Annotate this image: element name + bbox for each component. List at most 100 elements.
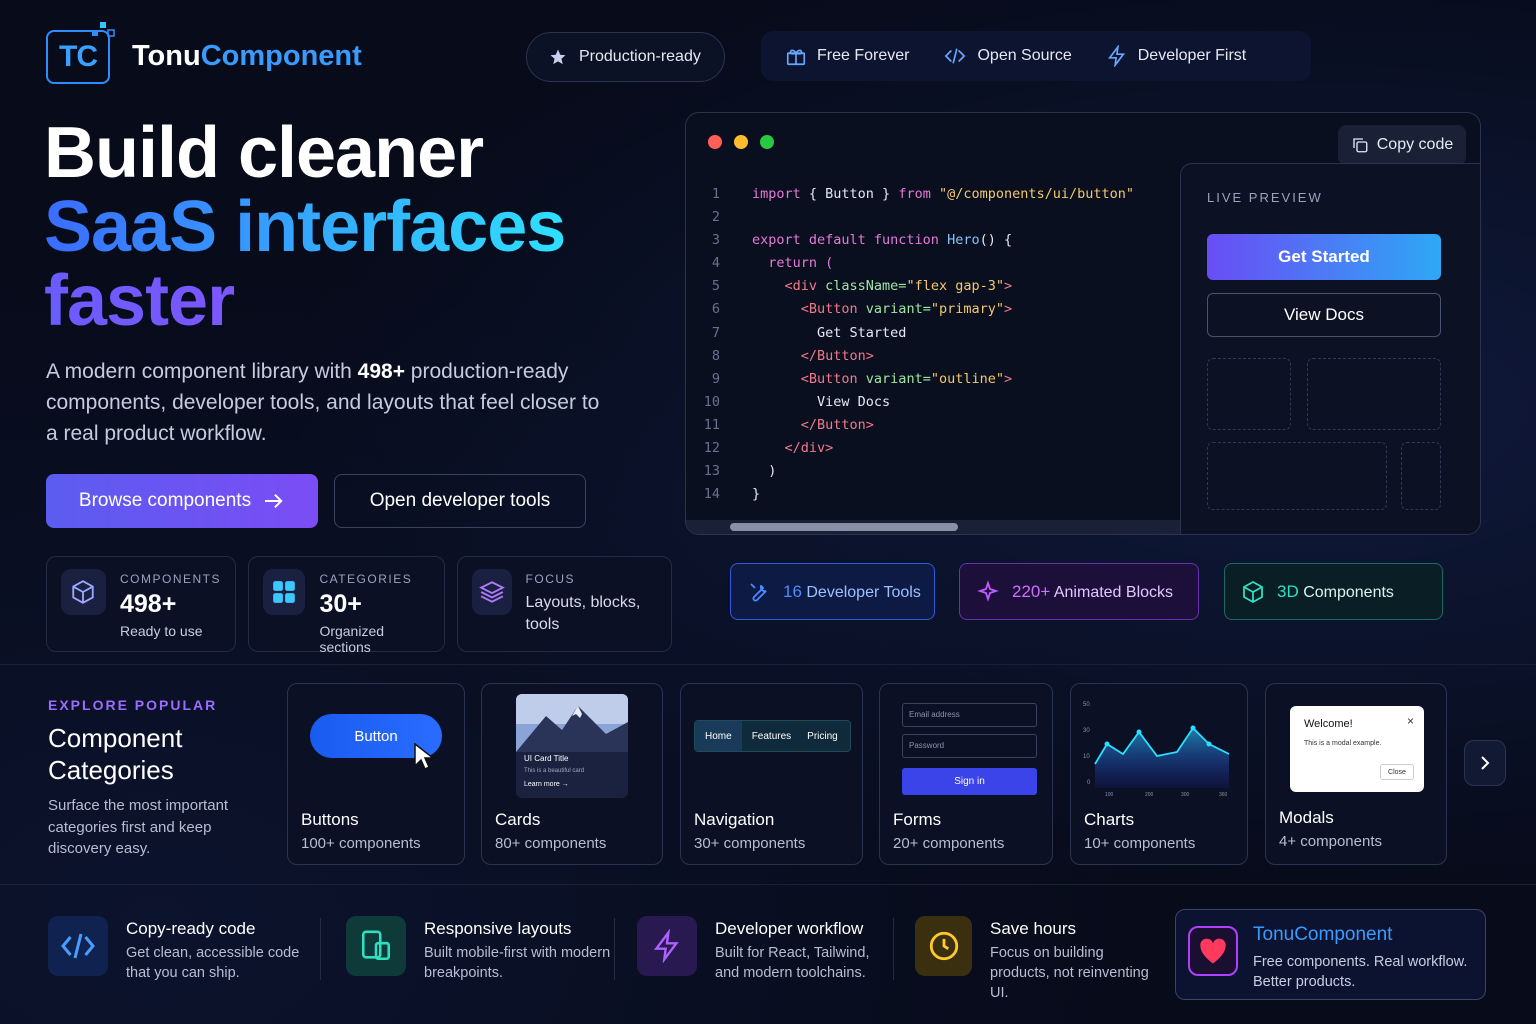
code-token: <Button [752, 301, 858, 318]
line-number: 9 [711, 370, 720, 387]
stat-value: 30+ [319, 590, 362, 618]
preview-submit-button: Sign in [902, 768, 1037, 795]
horizontal-scrollbar[interactable] [686, 520, 1180, 534]
code-window: Copy code 1 import { Button } from "@/com… [685, 112, 1481, 535]
code-line: 10 View Docs [686, 391, 1134, 414]
brand-name-part1: Tonu [132, 40, 201, 72]
subtitle-count: 498+ [357, 360, 405, 383]
y-tick: 30 [1083, 728, 1090, 734]
tag-value: 16 [783, 581, 802, 601]
feature-title: Responsive layouts [424, 919, 572, 938]
feature-developer-workflow: Developer workflow Built for React, Tailw… [637, 916, 897, 981]
tag-3d-components[interactable]: 3D Components [1224, 563, 1443, 620]
feature-free-forever[interactable]: Free Forever [785, 45, 909, 67]
code-block: 1 import { Button } from "@/components/ui… [686, 183, 1134, 506]
live-preview-panel: LIVE PREVIEW Get Started View Docs [1180, 163, 1480, 534]
feature-label: Developer First [1137, 47, 1247, 64]
category-card-forms[interactable]: Email address Password Sign in Forms 20+… [879, 683, 1053, 865]
feature-open-source[interactable]: Open Source [943, 45, 1072, 67]
footer-separator [320, 918, 321, 980]
cube-icon [61, 569, 106, 615]
modal-text: This is a modal example. [1304, 740, 1382, 747]
preview-navbar: Home Features Pricing [694, 720, 851, 752]
copy-code-button[interactable]: Copy code [1338, 125, 1466, 165]
code-token: from [898, 186, 931, 202]
production-ready-badge[interactable]: Production-ready [526, 32, 725, 82]
button-label: Browse components [78, 490, 252, 511]
category-card-cards[interactable]: UI Card Title This is a beautiful card L… [481, 683, 663, 865]
feature-title: Save hours [990, 919, 1076, 938]
stat-caption: Ready to use [119, 623, 203, 639]
tag-animated-blocks[interactable]: 220+ Animated Blocks [959, 563, 1199, 620]
code-line: 14} [686, 483, 1134, 506]
features-bar: Free Forever Open Source Developer First [761, 31, 1311, 81]
code-token: "outline" [930, 370, 1004, 387]
promo-card[interactable]: TonuComponent Free components. Real work… [1175, 909, 1486, 1000]
x-tick: 360 [1219, 792, 1228, 798]
hero-line-1: Build cleaner [44, 113, 484, 193]
preview-card-title: UI Card Title [524, 754, 569, 763]
window-maximize-dot[interactable] [760, 135, 774, 149]
x-tick: 300 [1181, 792, 1190, 798]
line-number: 7 [711, 324, 720, 341]
code-line: 6 <Button variant="primary"> [686, 298, 1134, 321]
card-count: 100+ components [301, 835, 421, 852]
code-token: <Button [752, 370, 858, 387]
y-tick: 10 [1083, 754, 1090, 760]
x-tick: 100 [1105, 792, 1114, 798]
code-icon [48, 916, 108, 976]
category-card-charts[interactable]: 50 30 10 0 100 200 300 360 Charts 10+ co… [1070, 683, 1248, 865]
stat-caption: Organized sections [319, 623, 385, 655]
badge-label: Production-ready [579, 48, 701, 65]
preview-view-docs-button[interactable]: View Docs [1207, 293, 1441, 337]
preview-get-started-button[interactable]: Get Started [1207, 234, 1441, 280]
heart-icon [1188, 926, 1238, 976]
code-token: > [1003, 370, 1013, 387]
button-label: Open developer tools [369, 490, 551, 511]
code-token: ) [752, 463, 777, 480]
category-card-modals[interactable]: Welcome! × This is a modal example. Clos… [1265, 683, 1447, 865]
feature-label: Free Forever [817, 47, 910, 64]
categories-description: Surface the most important categories fi… [48, 797, 229, 857]
link-text: Learn more [524, 781, 560, 788]
category-card-navigation[interactable]: Home Features Pricing Navigation 30+ com… [680, 683, 863, 865]
nav-item: Pricing [807, 730, 838, 742]
next-arrow-button[interactable] [1464, 740, 1506, 786]
browse-components-button[interactable]: Browse components [46, 474, 318, 528]
copy-label: Copy code [1376, 136, 1454, 153]
code-line: 3 export default function Hero() { [686, 229, 1134, 252]
feature-desc: Built for React, Tailwind, and modern to… [715, 945, 870, 981]
promo-desc: Free components. Real workflow. Better p… [1253, 954, 1468, 990]
feature-desc: Get clean, accessible code that you can … [126, 945, 300, 981]
layers-icon [472, 569, 512, 615]
copy-icon [1353, 138, 1368, 153]
feature-developer-first[interactable]: Developer First [1106, 45, 1246, 67]
tag-developer-tools[interactable]: 16 Developer Tools [730, 563, 935, 620]
code-token: { Button } [800, 186, 899, 202]
nav-item: Home [695, 721, 742, 751]
window-close-dot[interactable] [708, 135, 722, 149]
nav-item: Features [751, 730, 792, 742]
window-minimize-dot[interactable] [734, 135, 748, 149]
x-tick: 200 [1145, 792, 1154, 798]
code-line: 1 import { Button } from "@/components/ui… [686, 183, 1134, 206]
grid-icon [263, 569, 306, 615]
close-icon: × [1406, 714, 1414, 728]
feature-desc: Built mobile-first with modern breakpoin… [424, 945, 611, 981]
code-token: > [1003, 301, 1013, 318]
placeholder-block [1207, 442, 1387, 510]
brand-name[interactable]: TonuComponent [132, 40, 362, 73]
category-card-buttons[interactable]: Button Buttons 100+ components [287, 683, 465, 865]
categories-eyebrow: EXPLORE POPULAR [48, 697, 218, 713]
tag-label: Components [1303, 583, 1394, 601]
feature-copy-ready-code: Copy-ready code Get clean, accessible cod… [48, 916, 308, 981]
hero-heading: Build cleaner SaaS interfaces faster [44, 113, 566, 338]
line-number: 10 [703, 393, 720, 410]
scrollbar-thumb[interactable] [730, 523, 958, 531]
code-token: Hero [938, 232, 980, 249]
code-token: export default function [752, 232, 939, 249]
open-developer-tools-button[interactable]: Open developer tools [334, 474, 586, 528]
code-token: } [752, 486, 761, 503]
logo-dots-icon [92, 22, 115, 37]
line-number: 3 [711, 232, 720, 249]
